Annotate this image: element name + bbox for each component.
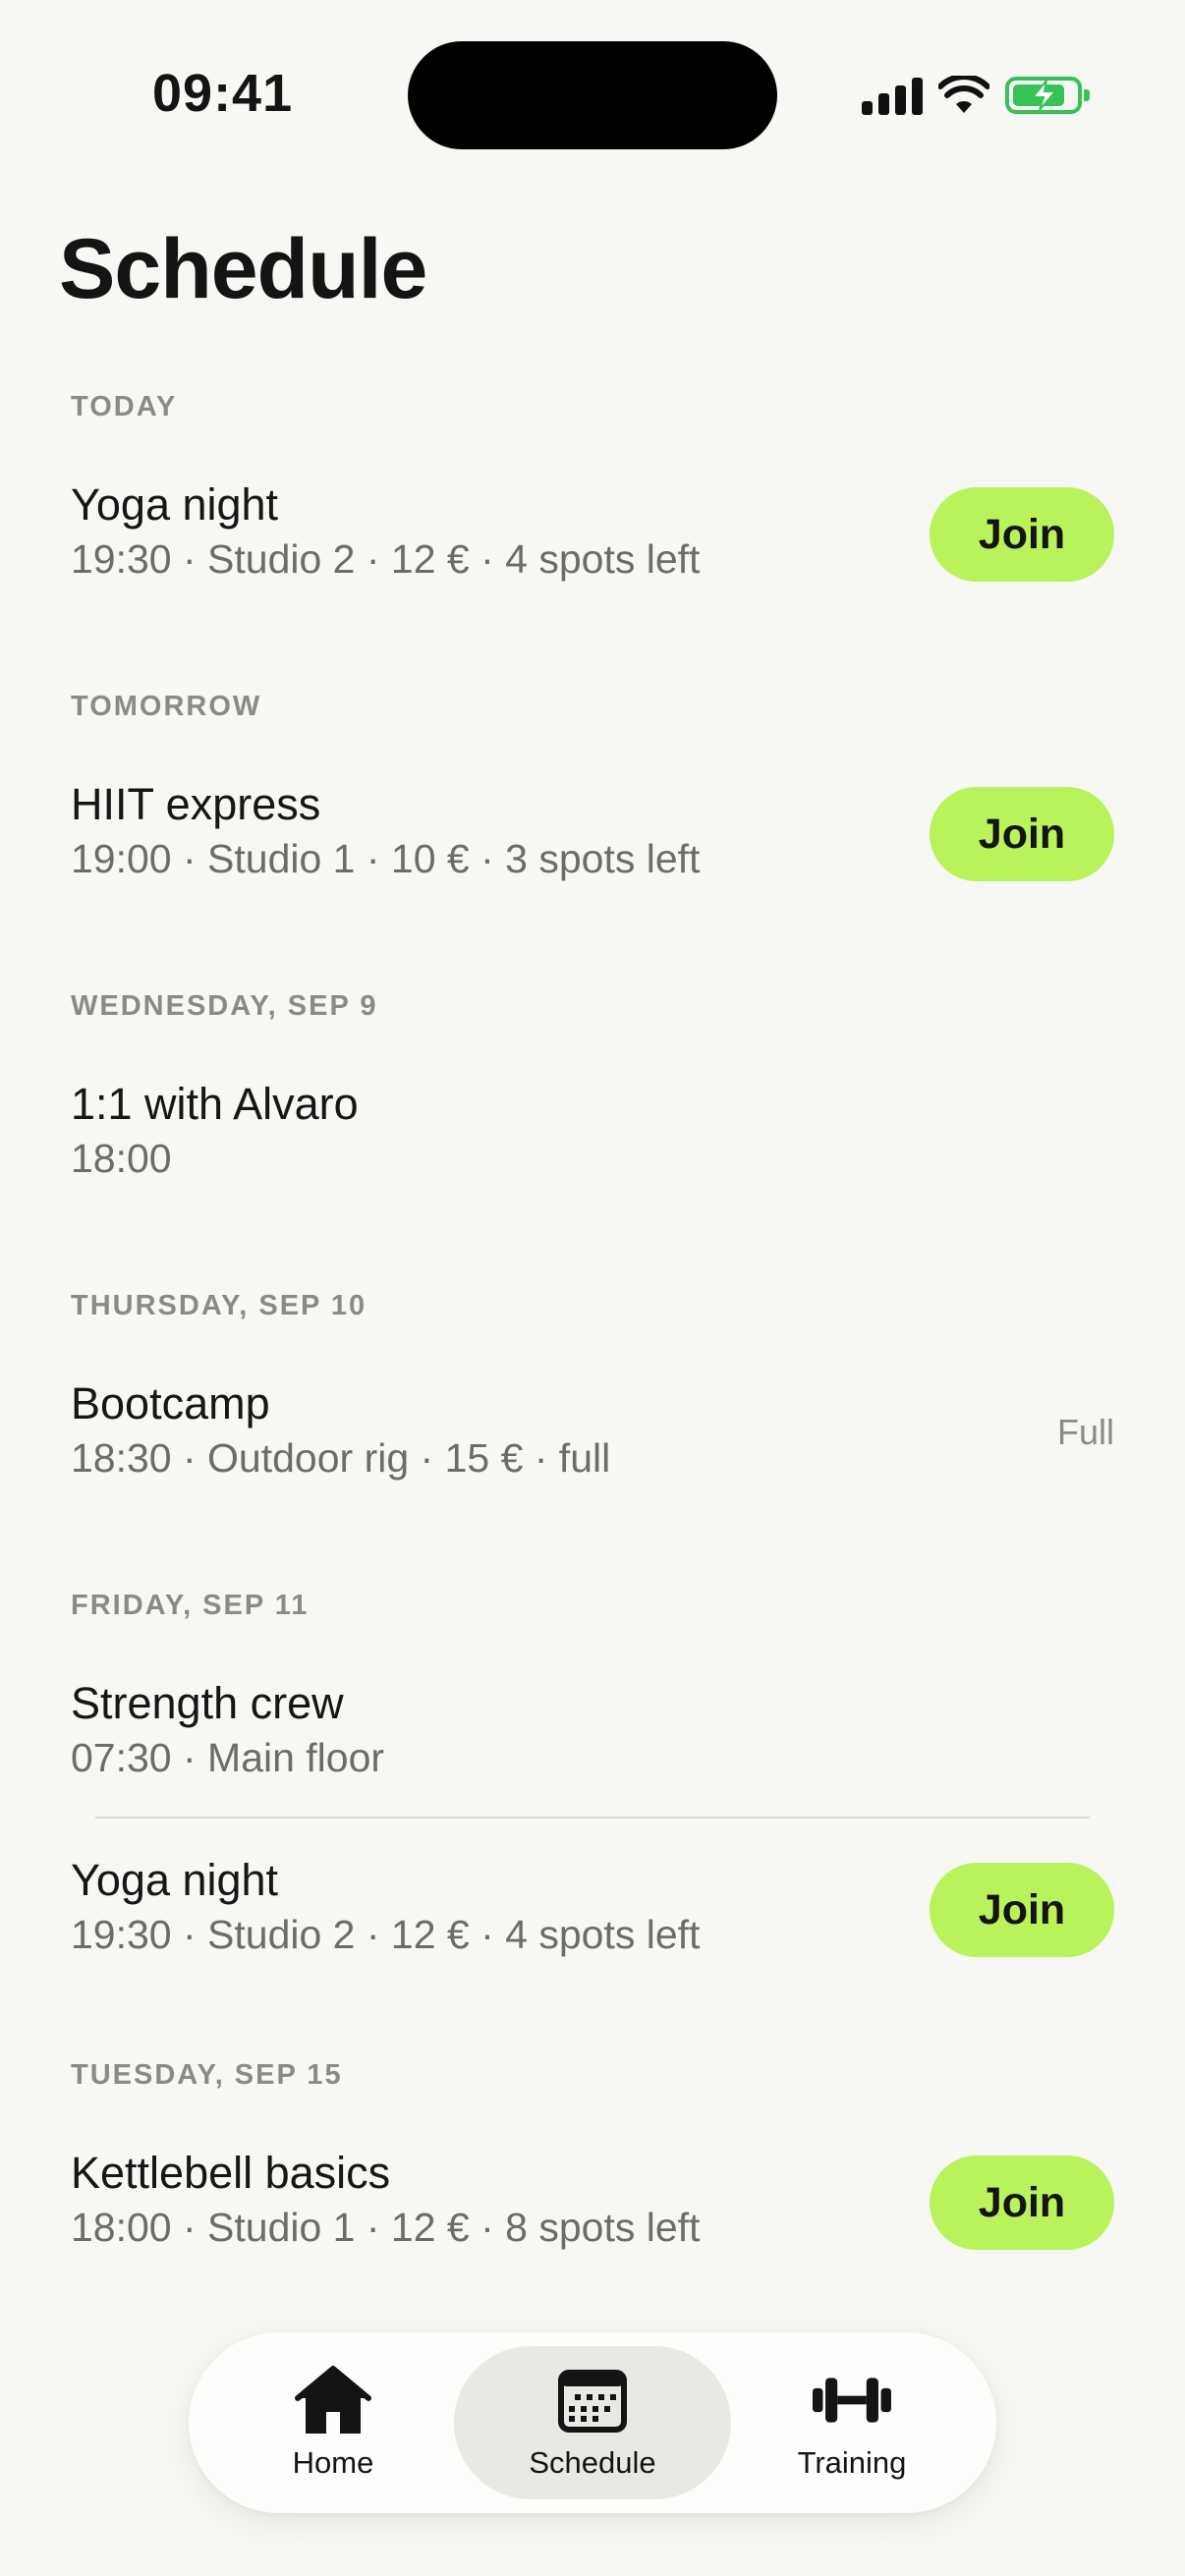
cellular-signal-icon [862,76,923,115]
battery-charging-icon [1005,77,1090,114]
status-icons [862,71,1090,120]
class-title: Strength crew [71,1678,344,1728]
join-button[interactable]: Join [930,2156,1114,2250]
class-meta: 07:30 · Main floor [71,1735,385,1780]
class-meta: 19:30 · Studio 2 · 12 € · 4 spots left [71,1912,701,1957]
class-meta: 18:00 · Studio 1 · 12 € · 8 spots left [71,2205,701,2250]
class-title: Kettlebell basics [71,2148,391,2198]
class-item[interactable]: HIIT express 19:00 · Studio 1 · 10 € · 3… [71,779,1114,907]
class-item[interactable]: Yoga night 19:30 · Studio 2 · 12 € · 4 s… [71,1855,1114,1983]
status-time: 09:41 [152,64,294,123]
join-button[interactable]: Join [930,487,1114,582]
tab-home[interactable]: Home [230,2346,436,2499]
tab-label: Training [797,2445,907,2480]
tab-bar: Home Schedule Training [189,2332,996,2513]
class-item[interactable]: Kettlebell basics 18:00 · Studio 1 · 12 … [71,2148,1114,2275]
page-title: Schedule [59,222,427,316]
class-item[interactable]: Yoga night 19:30 · Studio 2 · 12 € · 4 s… [71,479,1114,607]
tab-schedule[interactable]: Schedule [454,2346,731,2499]
class-title: Yoga night [71,1855,279,1905]
class-item[interactable]: Strength crew 07:30 · Main floor [71,1678,1114,1806]
dumbbell-icon [813,2365,891,2436]
class-item[interactable]: 1:1 with Alvaro 18:00 [71,1079,1114,1206]
full-status-label: Full [1056,1412,1114,1452]
class-title: 1:1 with Alvaro [71,1079,359,1129]
class-meta: 18:00 [71,1136,172,1181]
day-label: TUESDAY, SEP 15 [71,2059,343,2091]
class-title: Bootcamp [71,1378,270,1428]
class-item[interactable]: Bootcamp 18:30 · Outdoor rig · 15 € · fu… [71,1378,1114,1506]
class-meta: 18:30 · Outdoor rig · 15 € · full [71,1435,611,1481]
tab-label: Home [292,2445,374,2480]
dynamic-island [408,41,777,149]
tab-label: Schedule [529,2445,656,2480]
calendar-icon [553,2365,632,2436]
divider [95,1817,1090,1819]
class-meta: 19:00 · Studio 1 · 10 € · 3 spots left [71,836,701,881]
day-label: TODAY [71,391,178,422]
status-bar: 09:41 [0,0,1185,196]
tab-training[interactable]: Training [749,2346,955,2499]
join-button[interactable]: Join [930,787,1114,881]
wifi-icon [938,76,989,113]
class-title: Yoga night [71,479,279,530]
day-label: WEDNESDAY, SEP 9 [71,990,378,1022]
day-label: THURSDAY, SEP 10 [71,1290,367,1321]
day-label: FRIDAY, SEP 11 [71,1590,310,1621]
class-meta: 19:30 · Studio 2 · 12 € · 4 spots left [71,536,701,582]
class-title: HIIT express [71,779,321,829]
home-icon [294,2365,372,2436]
day-label: TOMORROW [71,691,262,722]
join-button[interactable]: Join [930,1863,1114,1957]
